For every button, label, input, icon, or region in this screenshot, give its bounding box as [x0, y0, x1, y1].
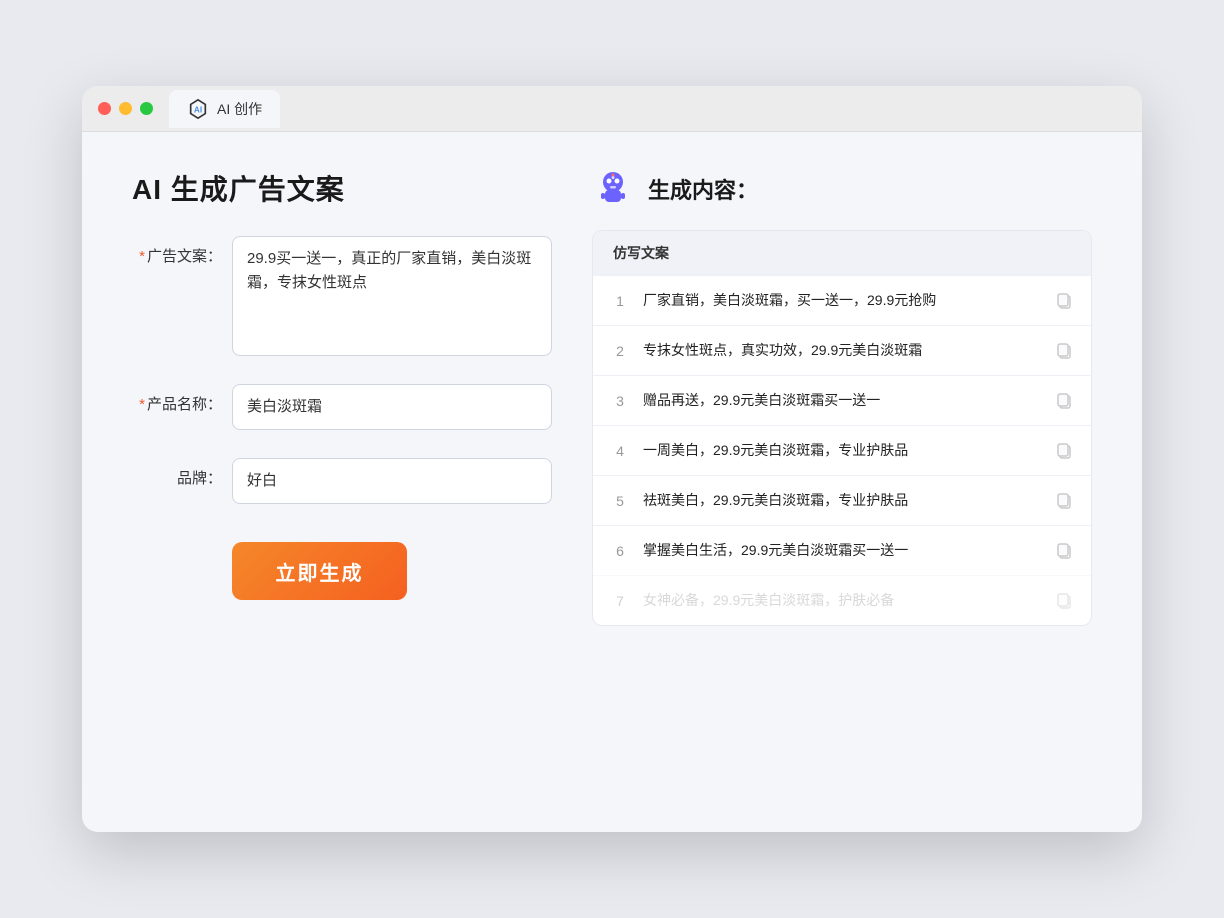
copy-icon[interactable] [1055, 391, 1075, 411]
row-text: 祛斑美白，29.9元美白淡斑霜，专业护肤品 [643, 490, 1043, 511]
browser-content: AI 生成广告文案 *广告文案： *产品名称： 品牌： 立 [82, 132, 1142, 832]
table-header: 仿写文案 [593, 231, 1091, 275]
product-label: *产品名称： [132, 384, 222, 415]
product-name-group: *产品名称： [132, 384, 552, 430]
svg-text:AI: AI [194, 105, 202, 114]
table-row: 4 一周美白，29.9元美白淡斑霜，专业护肤品 [593, 425, 1091, 475]
titlebar: AI AI 创作 [82, 86, 1142, 132]
table-row: 7 女神必备，29.9元美白淡斑霜，护肤必备 [593, 575, 1091, 625]
ad-copy-input[interactable] [232, 236, 552, 356]
product-required-star: * [139, 396, 145, 413]
ad-required-star: * [139, 248, 145, 265]
page-title: AI 生成广告文案 [132, 168, 552, 208]
result-table: 仿写文案 1 厂家直销，美白淡斑霜，买一送一，29.9元抢购 2 专抹女性斑点，真实… [592, 230, 1092, 626]
copy-icon[interactable] [1055, 341, 1075, 361]
row-number: 6 [609, 543, 631, 559]
copy-icon[interactable] [1055, 591, 1075, 611]
row-text: 掌握美白生活，29.9元美白淡斑霜买一送一 [643, 540, 1043, 561]
row-number: 7 [609, 593, 631, 609]
row-number: 5 [609, 493, 631, 509]
table-row: 2 专抹女性斑点，真实功效，29.9元美白淡斑霜 [593, 325, 1091, 375]
robot-icon [592, 168, 634, 210]
row-text: 女神必备，29.9元美白淡斑霜，护肤必备 [643, 590, 1043, 611]
copy-icon[interactable] [1055, 291, 1075, 311]
browser-window: AI AI 创作 AI 生成广告文案 *广告文案： *产品名称： [82, 86, 1142, 832]
result-title: 生成内容： [648, 173, 758, 205]
product-name-input[interactable] [232, 384, 552, 430]
brand-group: 品牌： [132, 458, 552, 504]
row-number: 1 [609, 293, 631, 309]
table-row: 5 祛斑美白，29.9元美白淡斑霜，专业护肤品 [593, 475, 1091, 525]
row-text: 赠品再送，29.9元美白淡斑霜买一送一 [643, 390, 1043, 411]
row-text: 一周美白，29.9元美白淡斑霜，专业护肤品 [643, 440, 1043, 461]
copy-icon[interactable] [1055, 441, 1075, 461]
table-row: 3 赠品再送，29.9元美白淡斑霜买一送一 [593, 375, 1091, 425]
row-number: 4 [609, 443, 631, 459]
ai-creation-tab[interactable]: AI AI 创作 [169, 90, 280, 128]
row-number: 3 [609, 393, 631, 409]
minimize-button[interactable] [119, 102, 132, 115]
result-rows-container: 1 厂家直销，美白淡斑霜，买一送一，29.9元抢购 2 专抹女性斑点，真实功效，29… [593, 275, 1091, 625]
brand-input[interactable] [232, 458, 552, 504]
row-text: 专抹女性斑点，真实功效，29.9元美白淡斑霜 [643, 340, 1043, 361]
result-header: 生成内容： [592, 168, 1092, 210]
right-panel: 生成内容： 仿写文案 1 厂家直销，美白淡斑霜，买一送一，29.9元抢购 2 专抹女… [592, 168, 1092, 792]
left-panel: AI 生成广告文案 *广告文案： *产品名称： 品牌： 立 [132, 168, 552, 792]
ai-tab-icon: AI [187, 98, 209, 120]
ad-copy-group: *广告文案： [132, 236, 552, 356]
ad-label: *广告文案： [132, 236, 222, 267]
tab-label: AI 创作 [217, 99, 262, 119]
traffic-lights [98, 102, 153, 115]
row-text: 厂家直销，美白淡斑霜，买一送一，29.9元抢购 [643, 290, 1043, 311]
row-number: 2 [609, 343, 631, 359]
close-button[interactable] [98, 102, 111, 115]
copy-icon[interactable] [1055, 541, 1075, 561]
generate-button[interactable]: 立即生成 [232, 542, 407, 600]
table-row: 6 掌握美白生活，29.9元美白淡斑霜买一送一 [593, 525, 1091, 575]
copy-icon[interactable] [1055, 491, 1075, 511]
maximize-button[interactable] [140, 102, 153, 115]
brand-label: 品牌： [132, 458, 222, 489]
table-row: 1 厂家直销，美白淡斑霜，买一送一，29.9元抢购 [593, 275, 1091, 325]
